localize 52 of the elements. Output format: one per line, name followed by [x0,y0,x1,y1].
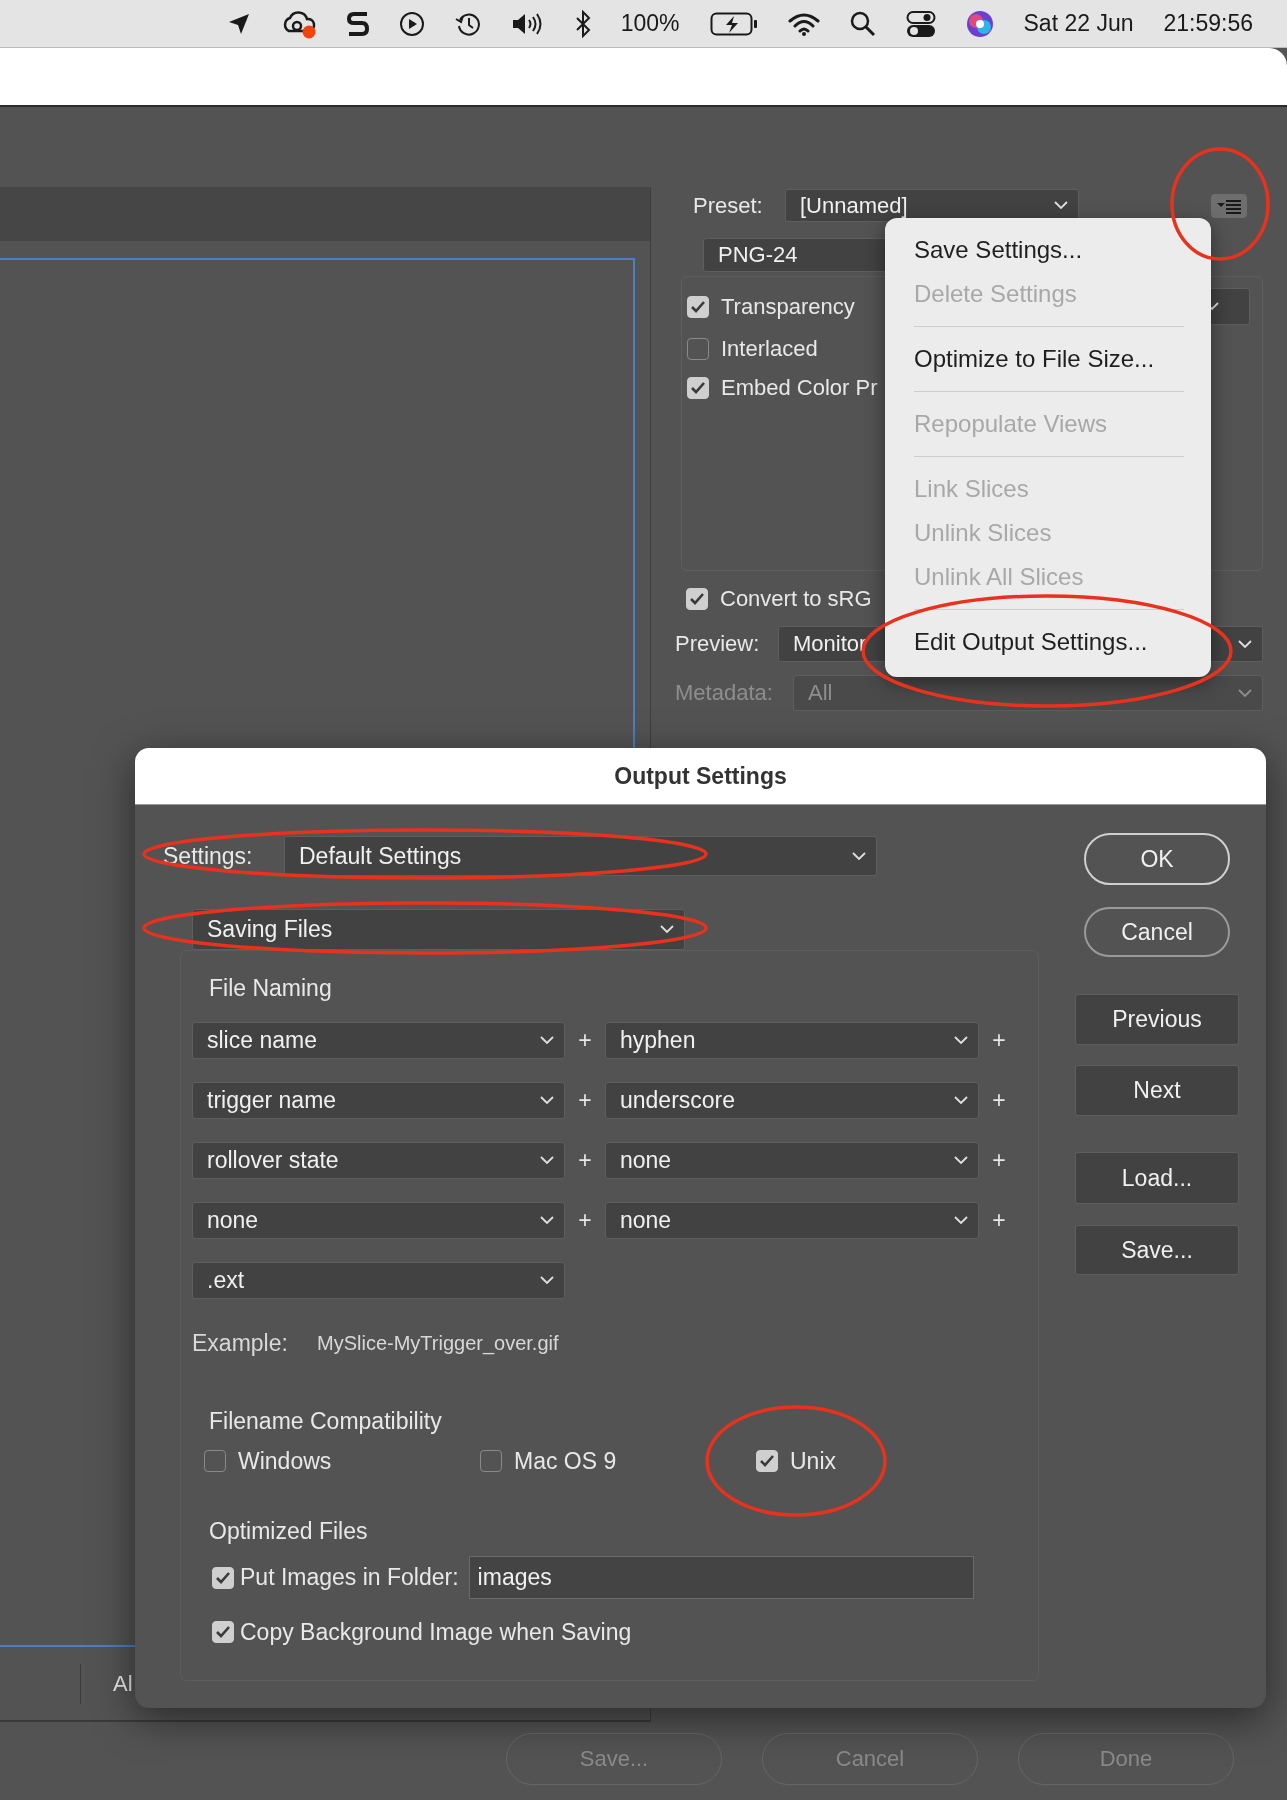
menu-bar-date: Sat 22 Jun [1023,10,1134,37]
dropdown[interactable]: underscore [605,1082,979,1119]
plus-sign: + [577,1027,593,1054]
button[interactable]: Load... [1075,1152,1239,1204]
checkbox-label: Interlaced [721,336,818,362]
checkbox-label: Convert to sRG [720,586,872,612]
menu-bar-clock: 21:59:56 [1163,10,1253,37]
button[interactable]: Next [1075,1065,1239,1116]
field-label: Metadata: [675,680,774,706]
section-title: Optimized Files [209,1518,369,1544]
section-title: Filename Compatibility [209,1408,443,1434]
plus-sign: + [577,1087,593,1114]
plus-sign: + [991,1027,1007,1054]
menu-item[interactable]: Edit Output Settings... [914,620,1211,664]
checkbox-label: Mac OS 9 [514,1447,617,1475]
dropdown[interactable]: Default Settings [284,836,877,876]
button[interactable]: Save... [1075,1225,1239,1275]
section-title: File Naming [209,975,333,1001]
dialog-title: Output Settings [614,762,787,790]
field-label: Preset: [693,192,764,219]
dropdown[interactable]: none [605,1142,979,1179]
field-label: Preview: [675,631,761,657]
plus-sign: + [577,1147,593,1174]
button[interactable]: OK [1084,833,1230,885]
menu-item[interactable]: Optimize to File Size... [914,337,1211,381]
dropdown[interactable]: .ext [192,1262,565,1299]
example-filename: MySlice-MyTrigger_over.gif [317,1331,559,1355]
plus-sign: + [991,1147,1007,1174]
checkbox-label: Embed Color Pr [721,375,878,401]
dropdown[interactable]: [Unnamed] [785,189,1079,222]
plus-sign: + [991,1207,1007,1234]
checkbox-label: Unix [790,1447,836,1475]
battery-percentage: 100% [620,10,680,37]
checkbox-label: Transparency [721,293,855,320]
dropdown[interactable]: trigger name [192,1082,565,1119]
field-label: Settings: [163,842,254,870]
dropdown[interactable]: rollover state [192,1142,565,1179]
status-text: Al [113,1670,133,1697]
dropdown[interactable]: Saving Files [192,909,685,950]
field-label: Example: [192,1329,289,1357]
plus-sign: + [577,1207,593,1234]
dropdown[interactable]: none [605,1202,979,1239]
dropdown[interactable]: none [192,1202,565,1239]
checkbox-label: Copy Background Image when Saving [240,1618,632,1646]
button[interactable]: Cancel [1084,907,1230,957]
dropdown[interactable]: slice name [192,1022,565,1059]
input-field[interactable]: images [468,1556,974,1599]
checkbox-label: Windows [238,1447,332,1475]
button[interactable]: Previous [1075,994,1239,1045]
plus-sign: + [991,1087,1007,1114]
checkbox-label: Put Images in Folder: [240,1564,459,1591]
dropdown[interactable]: hyphen [605,1022,979,1059]
